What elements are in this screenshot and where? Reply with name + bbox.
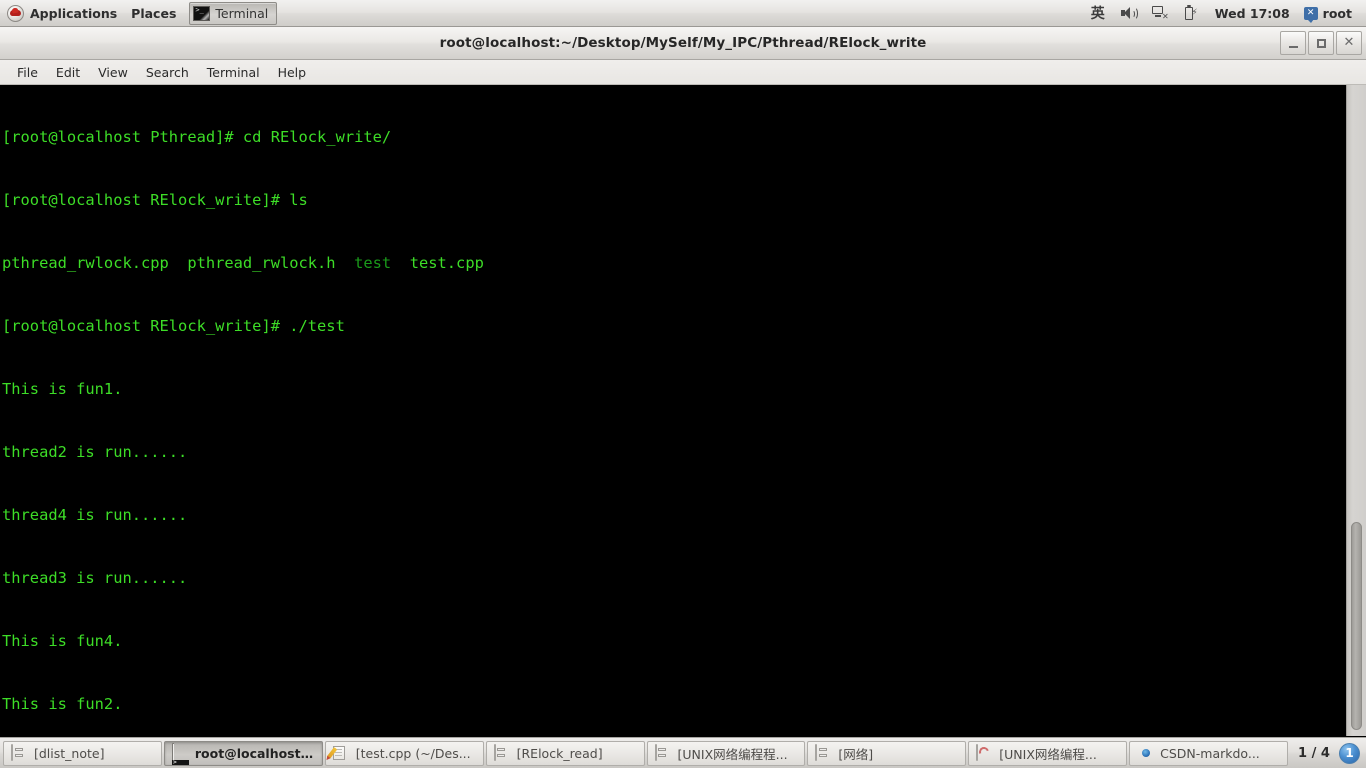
user-menu[interactable]: ✕ root bbox=[1300, 5, 1360, 23]
terminal-window: root@localhost:~/Desktop/MySelf/My_IPC/P… bbox=[0, 27, 1366, 737]
terminal-line: This is fun2. bbox=[2, 695, 123, 713]
close-button[interactable]: ✕ bbox=[1336, 31, 1362, 55]
terminal-executable-name: test bbox=[354, 254, 392, 272]
menu-view[interactable]: View bbox=[89, 62, 137, 83]
terminal-line: This is fun1. bbox=[2, 380, 123, 398]
minimize-button[interactable] bbox=[1280, 31, 1306, 55]
terminal-content-area[interactable]: [root@localhost Pthread]# cd RElock_writ… bbox=[0, 85, 1366, 736]
menu-search[interactable]: Search bbox=[137, 62, 198, 83]
taskbar-item-label: CSDN-markdo... bbox=[1160, 745, 1260, 761]
menu-edit[interactable]: Edit bbox=[47, 62, 89, 83]
menubar: File Edit View Search Terminal Help bbox=[0, 60, 1366, 85]
maximize-button[interactable] bbox=[1308, 31, 1334, 55]
text-editor-icon bbox=[326, 745, 350, 761]
firefox-icon bbox=[1137, 745, 1154, 761]
terminal-icon bbox=[171, 743, 189, 765]
clock[interactable]: Wed 17:08 bbox=[1205, 6, 1300, 21]
terminal-output: [root@localhost Pthread]# cd RElock_writ… bbox=[2, 85, 1344, 736]
system-tray: 英 ✕ ⚡ Wed 17:08 ✕ root bbox=[1083, 0, 1366, 27]
terminal-line: thread2 is run...... bbox=[2, 443, 188, 461]
document-icon bbox=[493, 744, 511, 761]
window-controls: ✕ bbox=[1280, 31, 1362, 55]
top-panel-window-task-terminal[interactable]: Terminal bbox=[189, 1, 278, 25]
terminal-line-text: test.cpp bbox=[391, 254, 484, 272]
notification-badge[interactable]: 1 bbox=[1339, 742, 1360, 764]
redhat-logo-icon bbox=[7, 4, 24, 22]
taskbar-item-dlist-note[interactable]: [dlist_note] bbox=[3, 740, 162, 766]
taskbar-item-label: root@localhost:... bbox=[194, 745, 315, 761]
network-tray-button[interactable]: ✕ bbox=[1144, 0, 1176, 27]
menu-help[interactable]: Help bbox=[269, 62, 316, 83]
terminal-line: [root@localhost Pthread]# cd RElock_writ… bbox=[2, 128, 392, 146]
taskbar-item-relock-read[interactable]: [RElock_read] bbox=[485, 740, 645, 766]
battery-icon: ⚡ bbox=[1184, 5, 1198, 21]
window-titlebar[interactable]: root@localhost:~/Desktop/MySelf/My_IPC/P… bbox=[0, 27, 1366, 60]
top-panel-window-task-label: Terminal bbox=[215, 5, 269, 21]
volume-tray-button[interactable] bbox=[1113, 0, 1144, 27]
applications-menu-label: Applications bbox=[30, 5, 118, 21]
taskbar-item-unix-network-programming[interactable]: [UNIX网络编程程... bbox=[646, 740, 806, 766]
places-menu-label: Places bbox=[131, 5, 177, 21]
terminal-line: [root@localhost RElock_write]# ./test bbox=[2, 317, 345, 335]
taskbar-item-label: [网络] bbox=[838, 746, 874, 762]
menu-terminal[interactable]: Terminal bbox=[198, 62, 269, 83]
terminal-line: thread3 is run...... bbox=[2, 569, 188, 587]
window-title: root@localhost:~/Desktop/MySelf/My_IPC/P… bbox=[439, 35, 927, 51]
taskbar-item-network[interactable]: [网络] bbox=[807, 740, 967, 766]
terminal-line: [root@localhost RElock_write]# ls bbox=[2, 191, 308, 209]
terminal-line: thread4 is run...... bbox=[2, 506, 188, 524]
input-method-indicator[interactable]: 英 bbox=[1083, 0, 1113, 27]
top-panel-left: Applications Places Terminal bbox=[0, 0, 278, 27]
close-icon: ✕ bbox=[1343, 35, 1355, 50]
applications-menu[interactable]: Applications bbox=[0, 2, 124, 25]
user-menu-label: root bbox=[1322, 5, 1352, 21]
terminal-scrollbar[interactable] bbox=[1346, 85, 1366, 736]
taskbar-item-label: [dlist_note] bbox=[34, 745, 105, 761]
taskbar: [dlist_note] root@localhost:... [test.cp… bbox=[0, 737, 1366, 768]
maximize-icon bbox=[1316, 38, 1326, 48]
document-icon bbox=[654, 744, 672, 761]
terminal-icon bbox=[193, 5, 211, 21]
user-status-icon: ✕ bbox=[1303, 6, 1318, 23]
terminal-line-text: pthread_rwlock.cpp pthread_rwlock.h bbox=[2, 254, 355, 272]
document-icon bbox=[11, 744, 28, 761]
places-menu[interactable]: Places bbox=[124, 2, 183, 25]
minimize-icon bbox=[1288, 45, 1298, 48]
menu-file[interactable]: File bbox=[8, 62, 47, 83]
evince-icon bbox=[976, 744, 993, 761]
volume-icon bbox=[1120, 6, 1139, 20]
network-disconnected-icon: ✕ bbox=[1151, 6, 1169, 21]
taskbar-item-terminal[interactable]: root@localhost:... bbox=[163, 740, 323, 766]
terminal-line: pthread_rwlock.cpp pthread_rwlock.h test… bbox=[2, 253, 1344, 274]
document-icon bbox=[815, 744, 832, 761]
input-method-label: 英 bbox=[1090, 6, 1105, 22]
terminal-line: This is fun4. bbox=[2, 632, 123, 650]
taskbar-item-unix-network-programming-pdf[interactable]: [UNIX网络编程... bbox=[968, 740, 1128, 766]
taskbar-item-firefox[interactable]: CSDN-markdo... bbox=[1129, 740, 1288, 766]
top-panel: Applications Places Terminal 英 ✕ bbox=[0, 0, 1366, 27]
taskbar-item-label: [UNIX网络编程程... bbox=[677, 746, 788, 762]
taskbar-item-test-cpp[interactable]: [test.cpp (~/Des... bbox=[324, 740, 484, 766]
taskbar-item-label: [RElock_read] bbox=[516, 745, 603, 761]
battery-tray-button[interactable]: ⚡ bbox=[1176, 0, 1205, 27]
workspace-switcher[interactable]: 1 / 4 bbox=[1292, 741, 1336, 766]
desktop-screen: Applications Places Terminal 英 ✕ bbox=[0, 0, 1366, 768]
taskbar-item-label: [UNIX网络编程... bbox=[999, 746, 1097, 762]
terminal-scrollbar-thumb[interactable] bbox=[1351, 522, 1362, 730]
taskbar-item-label: [test.cpp (~/Des... bbox=[355, 745, 471, 761]
